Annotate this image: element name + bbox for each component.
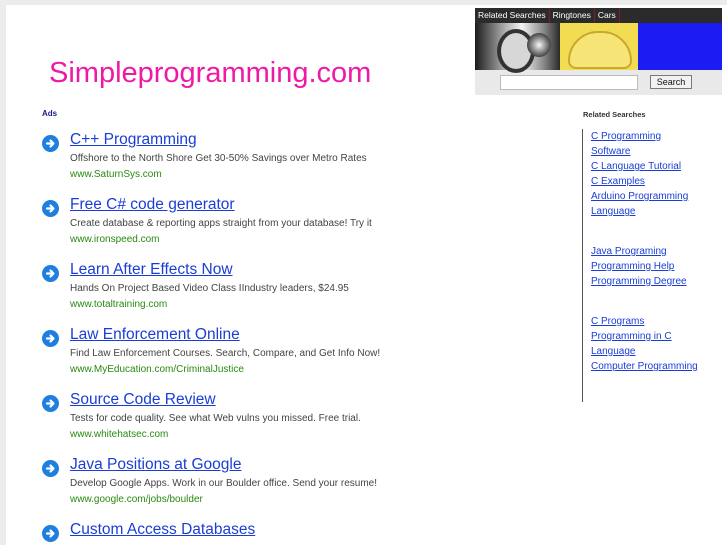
related-link[interactable]: Programming Help: [591, 261, 674, 272]
ad-url-link[interactable]: www.whitehatsec.com: [70, 429, 168, 440]
search-input[interactable]: [500, 75, 638, 90]
tab-ringtones[interactable]: Ringtones: [550, 8, 595, 23]
ad-description: Develop Google Apps. Work in our Boulder…: [70, 478, 378, 489]
banner-image-metal[interactable]: [475, 23, 560, 73]
related-searches-heading: Related Searches: [583, 110, 646, 119]
ad-title-link[interactable]: Source Code Review: [70, 391, 216, 409]
ad-title-link[interactable]: Free C# code generator: [70, 196, 235, 214]
site-title: Simpleprogramming.com: [49, 57, 372, 89]
related-searches-list: C Programming Software C Language Tutori…: [582, 129, 713, 402]
ad-item: Java Positions at Google Develop Google …: [42, 456, 442, 512]
ads-label: Ads: [42, 109, 58, 118]
related-link[interactable]: C Language Tutorial: [591, 161, 681, 172]
arrow-right-icon[interactable]: [42, 135, 59, 152]
ad-item: Custom Access Databases: [42, 521, 442, 545]
arrow-right-icon[interactable]: [42, 395, 59, 412]
ad-description: Create database & reporting apps straigh…: [70, 218, 372, 229]
related-link[interactable]: Software: [591, 146, 630, 157]
widget-banner[interactable]: [475, 23, 722, 73]
banner-image-phone[interactable]: [560, 23, 638, 70]
ad-url-link[interactable]: www.MyEducation.com/CriminalJustice: [70, 364, 244, 375]
arrow-right-icon[interactable]: [42, 460, 59, 477]
arrow-right-icon[interactable]: [42, 330, 59, 347]
ad-url-link[interactable]: www.ironspeed.com: [70, 234, 159, 245]
arrow-right-icon[interactable]: [42, 265, 59, 282]
related-link[interactable]: Language: [591, 346, 636, 357]
tab-cars[interactable]: Cars: [595, 8, 620, 23]
ad-description: Hands On Project Based Video Class IIndu…: [70, 283, 349, 294]
banner-image-blue[interactable]: [638, 23, 722, 70]
search-widget: Related Searches Ringtones Cars Search: [475, 8, 722, 95]
ad-item: C++ Programming Offshore to the North Sh…: [42, 131, 442, 187]
related-link[interactable]: Java Programing: [591, 246, 667, 257]
related-link[interactable]: Programming Degree: [591, 276, 687, 287]
ad-url-link[interactable]: www.totaltraining.com: [70, 299, 167, 310]
ad-item: Free C# code generator Create database &…: [42, 196, 442, 252]
arrow-right-icon[interactable]: [42, 525, 59, 542]
ad-item: Source Code Review Tests for code qualit…: [42, 391, 442, 447]
related-link[interactable]: C Programs: [591, 316, 644, 327]
ad-description: Offshore to the North Shore Get 30-50% S…: [70, 153, 367, 164]
ad-url-link[interactable]: www.SaturnSys.com: [70, 169, 162, 180]
related-link[interactable]: C Programming: [591, 131, 661, 142]
arrow-right-icon[interactable]: [42, 200, 59, 217]
page: Simpleprogramming.com Related Searches R…: [6, 5, 727, 545]
related-link[interactable]: Language: [591, 206, 636, 217]
ad-item: Law Enforcement Online Find Law Enforcem…: [42, 326, 442, 382]
ad-title-link[interactable]: Custom Access Databases: [70, 521, 255, 539]
widget-tabs: Related Searches Ringtones Cars: [475, 8, 722, 23]
ad-description: Find Law Enforcement Courses. Search, Co…: [70, 348, 381, 359]
ad-description: Tests for code quality. See what Web vul…: [70, 413, 361, 424]
related-link[interactable]: Arduino Programming: [591, 191, 688, 202]
ad-title-link[interactable]: Learn After Effects Now: [70, 261, 233, 279]
related-link[interactable]: C Examples: [591, 176, 645, 187]
ad-title-link[interactable]: Law Enforcement Online: [70, 326, 240, 344]
widget-search-row: Search: [475, 70, 722, 95]
search-button[interactable]: Search: [650, 75, 692, 89]
ad-url-link[interactable]: www.google.com/jobs/boulder: [70, 494, 203, 505]
ad-title-link[interactable]: C++ Programming: [70, 131, 197, 149]
related-link[interactable]: Programming in C: [591, 331, 672, 342]
tab-related-searches[interactable]: Related Searches: [475, 8, 550, 23]
ad-title-link[interactable]: Java Positions at Google: [70, 456, 241, 474]
ad-item: Learn After Effects Now Hands On Project…: [42, 261, 442, 317]
related-link[interactable]: Computer Programming: [591, 361, 698, 372]
